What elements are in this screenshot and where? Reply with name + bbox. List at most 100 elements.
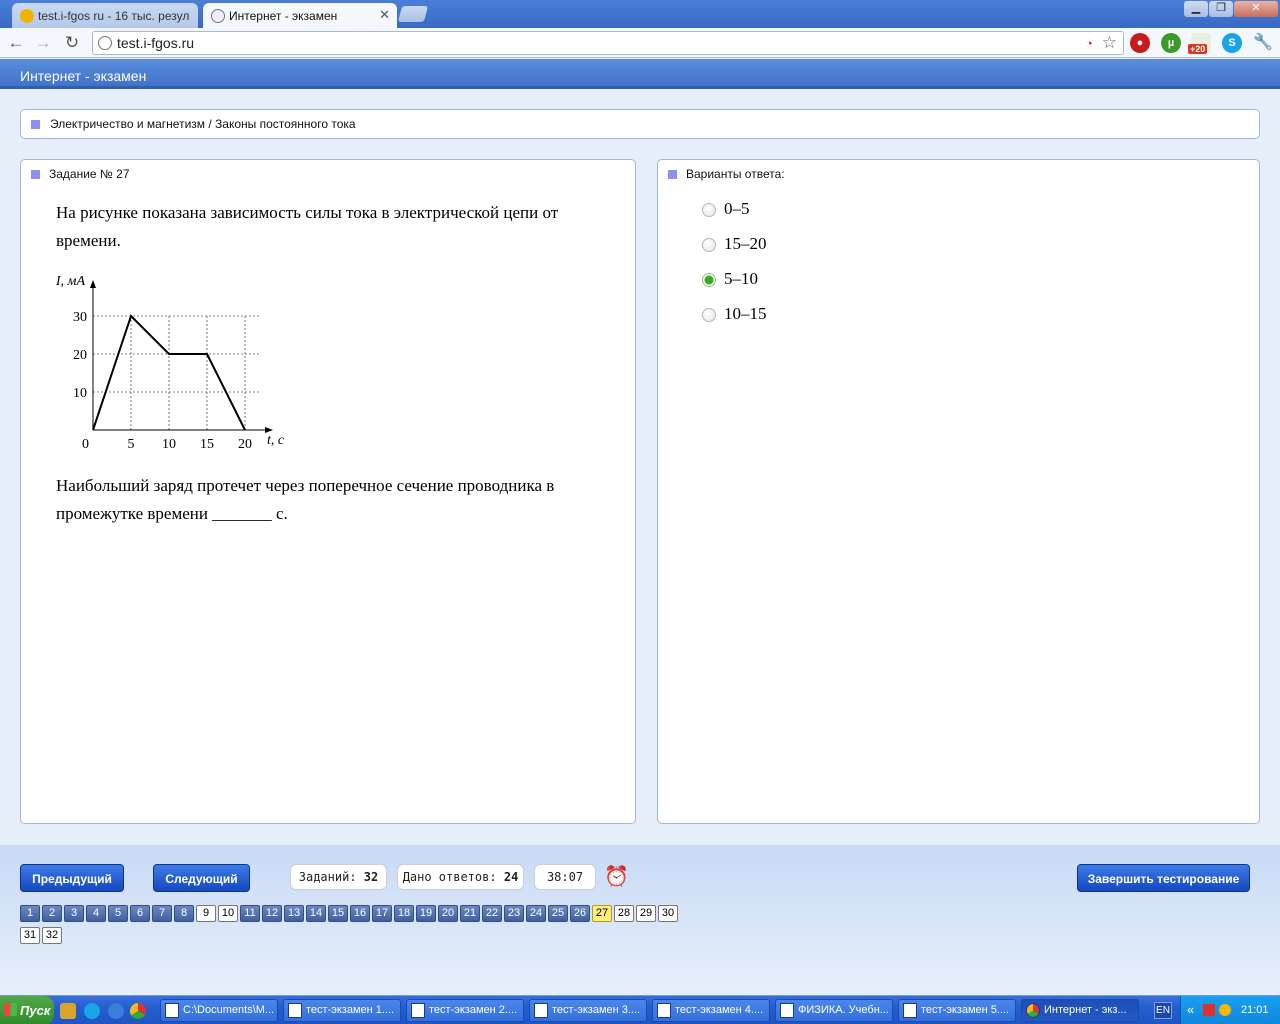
answered-label: Дано ответов: <box>402 870 497 884</box>
tab-internet-exam[interactable]: Интернет - экзамен ✕ <box>203 3 397 28</box>
question-number-20[interactable]: 20 <box>438 905 458 922</box>
question-number-3[interactable]: 3 <box>64 905 84 922</box>
question-number-11[interactable]: 11 <box>240 905 260 922</box>
app-title: Интернет - экзамен <box>20 68 147 84</box>
y-tick-label: 20 <box>73 348 87 363</box>
question-number-31[interactable]: 31 <box>20 927 40 944</box>
language-indicator[interactable]: EN <box>1154 1002 1172 1019</box>
clock-time: 21:01 <box>1241 1004 1269 1016</box>
bookmark-star-icon[interactable]: ☆ <box>1102 33 1117 53</box>
taskbar-item[interactable]: тест-экзамен 4.... <box>652 999 770 1022</box>
browser-toolbar: ← → ↻ ◔ ☆ ● µ S 🔧 <box>0 28 1280 58</box>
start-button[interactable]: Пуск <box>0 996 54 1024</box>
question-number-19[interactable]: 19 <box>416 905 436 922</box>
finish-test-button[interactable]: Завершить тестирование <box>1077 864 1250 892</box>
back-icon[interactable]: ← <box>5 32 27 54</box>
question-number-2[interactable]: 2 <box>42 905 62 922</box>
quicklaunch-icon[interactable] <box>60 1003 76 1019</box>
taskbar-item[interactable]: C:\Documents\M... <box>160 999 278 1022</box>
question-number-1[interactable]: 1 <box>20 905 40 922</box>
question-number-15[interactable]: 15 <box>328 905 348 922</box>
question-number-27[interactable]: 27 <box>592 905 612 922</box>
tray-app-icon[interactable] <box>1203 1004 1215 1016</box>
x-axis-label: t, с <box>267 433 285 448</box>
taskbar-item-label: тест-экзамен 2.... <box>429 1004 518 1016</box>
question-number-23[interactable]: 23 <box>504 905 524 922</box>
question-number-17[interactable]: 17 <box>372 905 392 922</box>
minimize-button[interactable]: ▁ <box>1184 1 1208 17</box>
question-number-28[interactable]: 28 <box>614 905 634 922</box>
question-number-16[interactable]: 16 <box>350 905 370 922</box>
maximize-button[interactable]: ❐ <box>1209 1 1233 17</box>
skype-extension-icon[interactable]: S <box>1222 33 1242 53</box>
question-number-13[interactable]: 13 <box>284 905 304 922</box>
taskbar-item[interactable]: ФИЗИКА. Учебн... <box>775 999 893 1022</box>
radio-button[interactable] <box>702 238 716 252</box>
tab-title: test.i-fgos ru - 16 тыс. резул <box>38 9 190 23</box>
document-icon <box>780 1003 794 1018</box>
question-label: Задание № 27 <box>49 167 130 181</box>
answers-panel: Варианты ответа: 0–5 15–20 5–10 10–15 <box>657 159 1260 824</box>
question-number-18[interactable]: 18 <box>394 905 414 922</box>
next-button[interactable]: Следующий <box>153 864 250 892</box>
reload-icon[interactable]: ↻ <box>61 32 83 54</box>
current-time-chart: 0 5 10 15 20 10 20 30 I, мА t, с <box>55 274 285 448</box>
question-number-5[interactable]: 5 <box>108 905 128 922</box>
previous-button[interactable]: Предыдущий <box>20 864 124 892</box>
url-input[interactable] <box>117 34 1057 52</box>
bullet-icon <box>31 170 40 179</box>
radio-button[interactable] <box>702 308 716 322</box>
taskbar-item-label: тест-экзамен 5.... <box>921 1004 1010 1016</box>
question-number-32[interactable]: 32 <box>42 927 62 944</box>
answers-label: Варианты ответа: <box>686 167 785 181</box>
question-number-8[interactable]: 8 <box>174 905 194 922</box>
question-number-14[interactable]: 14 <box>306 905 326 922</box>
wrench-menu-icon[interactable]: 🔧 <box>1253 33 1273 53</box>
question-number-9[interactable]: 9 <box>196 905 216 922</box>
close-tab-icon[interactable]: ✕ <box>379 7 390 23</box>
question-number-30[interactable]: 30 <box>658 905 678 922</box>
taskbar-item[interactable]: Интернет - экз... <box>1021 999 1139 1022</box>
document-icon <box>903 1003 917 1018</box>
adblock-extension-icon[interactable]: ● <box>1130 33 1150 53</box>
chrome-icon <box>1026 1003 1040 1018</box>
question-number-25[interactable]: 25 <box>548 905 568 922</box>
x-tick-label: 20 <box>238 437 252 448</box>
tray-expand-icon[interactable]: « <box>1187 1002 1194 1017</box>
utorrent-extension-icon[interactable]: µ <box>1161 33 1181 53</box>
alarm-clock-icon: ⏰ <box>604 866 629 888</box>
address-bar[interactable]: ◔ ☆ <box>92 31 1124 55</box>
radio-button[interactable] <box>702 203 716 217</box>
taskbar-item[interactable]: тест-экзамен 1.... <box>283 999 401 1022</box>
chrome-icon[interactable] <box>130 1003 146 1019</box>
tab-title: Интернет - экзамен <box>229 9 338 23</box>
question-number-24[interactable]: 24 <box>526 905 546 922</box>
start-label: Пуск <box>20 1003 51 1018</box>
question-number-21[interactable]: 21 <box>460 905 480 922</box>
tasks-value: 32 <box>363 870 379 884</box>
taskbar-item[interactable]: тест-экзамен 2.... <box>406 999 524 1022</box>
new-tab-button[interactable] <box>397 6 429 22</box>
tab-search-results[interactable]: test.i-fgos ru - 16 тыс. резул <box>12 3 198 28</box>
question-number-26[interactable]: 26 <box>570 905 590 922</box>
question-number-12[interactable]: 12 <box>262 905 282 922</box>
forward-icon[interactable]: → <box>32 32 54 54</box>
answer-text: 0–5 <box>724 199 750 218</box>
close-window-button[interactable]: ✕ <box>1234 1 1278 17</box>
question-number-4[interactable]: 4 <box>86 905 106 922</box>
tray-warning-icon[interactable] <box>1219 1004 1231 1016</box>
ie-icon[interactable] <box>108 1003 124 1019</box>
question-number-22[interactable]: 22 <box>482 905 502 922</box>
translate-icon[interactable]: ◔ <box>1085 36 1093 51</box>
question-number-10[interactable]: 10 <box>218 905 238 922</box>
skype-icon[interactable] <box>84 1003 100 1019</box>
page-info-icon[interactable] <box>98 36 112 50</box>
y-axis-label: I, мА <box>55 274 86 289</box>
question-number-7[interactable]: 7 <box>152 905 172 922</box>
radio-button[interactable] <box>702 273 716 287</box>
question-number-29[interactable]: 29 <box>636 905 656 922</box>
question-number-6[interactable]: 6 <box>130 905 150 922</box>
taskbar-item[interactable]: тест-экзамен 3.... <box>529 999 647 1022</box>
document-icon <box>288 1003 302 1018</box>
taskbar-item[interactable]: тест-экзамен 5.... <box>898 999 1016 1022</box>
